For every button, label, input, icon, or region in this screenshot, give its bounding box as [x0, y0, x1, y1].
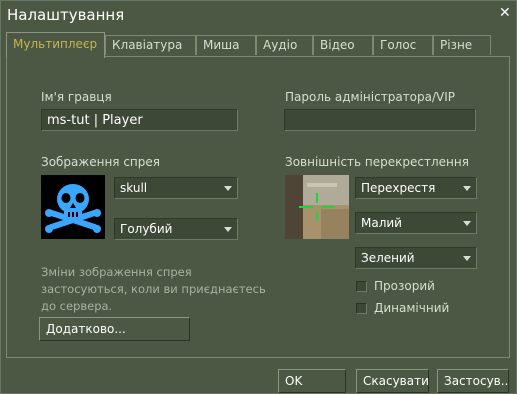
chevron-down-icon — [224, 227, 232, 232]
chevron-down-icon — [224, 186, 232, 191]
tab-multiplayer[interactable]: Мультиплеєр — [6, 32, 105, 58]
crosshair-style-select[interactable]: Перехрестя — [355, 177, 477, 199]
crosshair-color-select[interactable]: Зелений — [355, 247, 477, 269]
dynamic-label: Динамічний — [374, 301, 450, 315]
skull-icon — [41, 175, 105, 239]
tab-voice[interactable]: Голос — [373, 35, 433, 55]
crosshair-size-select[interactable]: Малий — [355, 212, 477, 234]
crosshair-style-value: Перехрестя — [361, 181, 436, 195]
player-name-input[interactable]: ms-tut | Player — [41, 109, 238, 131]
chevron-down-icon — [463, 256, 471, 261]
settings-dialog: Налаштування ✕ Мультиплеєр Клавіатура Ми… — [0, 0, 517, 394]
crosshair-color-value: Зелений — [361, 251, 415, 265]
spray-preview — [41, 175, 105, 239]
spray-color-value: Голубий — [120, 222, 173, 236]
cancel-button[interactable]: Скасувати — [356, 369, 429, 393]
crosshair-preview-image — [285, 175, 349, 239]
spray-hint-text: Зміни зображення спрея застосуються, кол… — [41, 265, 266, 313]
tab-audio[interactable]: Аудіо — [256, 35, 313, 55]
tab-mouse[interactable]: Миша — [196, 35, 256, 55]
ok-button[interactable]: OK — [278, 369, 346, 393]
crosshair-label: Зовнішність перекрестлення — [285, 155, 469, 169]
tab-keyboard[interactable]: Клавіатура — [105, 35, 196, 55]
admin-password-input[interactable] — [284, 109, 476, 131]
dynamic-checkbox[interactable] — [356, 303, 367, 314]
crosshair-preview — [285, 175, 349, 239]
advanced-button[interactable]: Додатково... — [39, 317, 190, 341]
player-name-label: Ім'я гравця — [41, 90, 112, 104]
chevron-down-icon — [463, 186, 471, 191]
transparent-checkbox[interactable] — [356, 281, 367, 292]
transparent-label: Прозорий — [374, 279, 435, 293]
close-icon[interactable]: ✕ — [499, 5, 511, 21]
admin-password-label: Пароль адміністратора/VIP — [285, 90, 455, 104]
spray-image-select[interactable]: skull — [114, 177, 238, 199]
tab-video[interactable]: Відео — [313, 35, 373, 55]
spray-image-value: skull — [120, 181, 148, 195]
window-title: Налаштування — [7, 6, 125, 24]
spray-label: Зображення спрея — [41, 155, 160, 169]
crosshair-size-value: Малий — [361, 216, 402, 230]
apply-button[interactable]: Застосув... — [437, 369, 509, 393]
chevron-down-icon — [463, 221, 471, 226]
tab-misc[interactable]: Різне — [433, 35, 491, 55]
spray-color-select[interactable]: Голубий — [114, 218, 238, 240]
